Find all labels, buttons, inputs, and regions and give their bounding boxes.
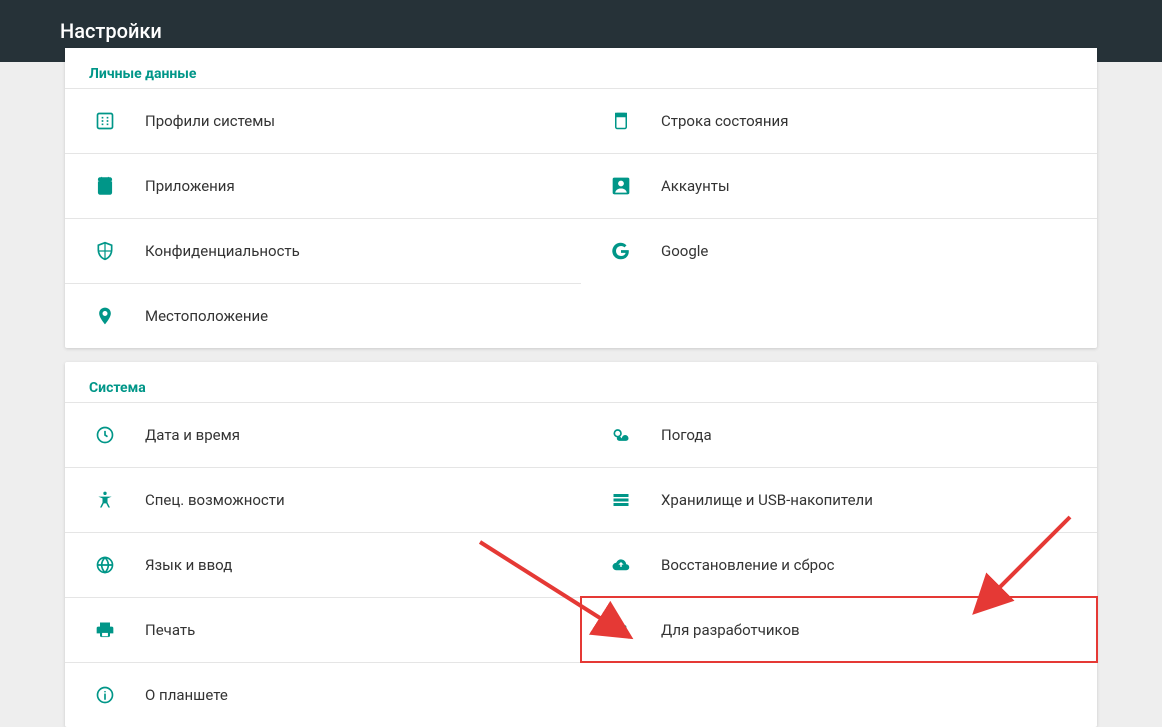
item-accessibility[interactable]: Спец. возможности	[65, 467, 581, 532]
clock-icon	[93, 423, 117, 447]
section-header-system: Система	[65, 362, 1097, 402]
app-title: Настройки	[60, 19, 162, 43]
item-label: О планшете	[145, 686, 228, 704]
item-label: Аккаунты	[661, 177, 730, 195]
item-label: Хранилище и USB-накопители	[661, 491, 873, 509]
item-location[interactable]: Местоположение	[65, 283, 581, 348]
item-status-bar[interactable]: Строка состояния	[581, 88, 1097, 153]
item-label: Дата и время	[145, 426, 240, 444]
system-left-column: Дата и время Спец. возможности Язык и вв…	[65, 402, 581, 727]
item-label: Строка состояния	[661, 112, 788, 130]
item-backup-reset[interactable]: Восстановление и сброс	[581, 532, 1097, 597]
accessibility-icon	[93, 488, 117, 512]
item-label: Приложения	[145, 177, 235, 195]
print-icon	[93, 618, 117, 642]
profile-icon	[93, 109, 117, 133]
section-header-personal: Личные данные	[65, 48, 1097, 88]
item-label: Восстановление и сброс	[661, 556, 834, 574]
language-icon	[93, 553, 117, 577]
statusbar-icon	[609, 109, 633, 133]
item-label: Язык и ввод	[145, 556, 232, 574]
item-developer-options[interactable]: Для разработчиков	[581, 597, 1097, 662]
item-label: Конфиденциальность	[145, 242, 300, 260]
item-about-tablet[interactable]: О планшете	[65, 662, 581, 727]
item-label: Google	[661, 242, 708, 260]
item-label: Профили системы	[145, 112, 275, 130]
item-label: Спец. возможности	[145, 491, 285, 509]
google-icon	[609, 239, 633, 263]
item-print[interactable]: Печать	[65, 597, 581, 662]
item-language[interactable]: Язык и ввод	[65, 532, 581, 597]
personal-left-column: Профили системы Приложения Конфиденциаль…	[65, 88, 581, 348]
item-accounts[interactable]: Аккаунты	[581, 153, 1097, 218]
item-label: Погода	[661, 426, 712, 444]
item-weather[interactable]: Погода	[581, 402, 1097, 467]
card-system: Система Дата и время Спец. возможности	[65, 362, 1097, 727]
accounts-icon	[609, 174, 633, 198]
item-privacy[interactable]: Конфиденциальность	[65, 218, 581, 283]
card-personal: Личные данные Профили системы Приложения	[65, 48, 1097, 348]
item-google[interactable]: Google	[581, 218, 1097, 283]
apps-icon	[93, 174, 117, 198]
storage-icon	[609, 488, 633, 512]
item-storage[interactable]: Хранилище и USB-накопители	[581, 467, 1097, 532]
about-icon	[93, 683, 117, 707]
item-label: Местоположение	[145, 307, 268, 325]
privacy-icon	[93, 239, 117, 263]
backup-icon	[609, 553, 633, 577]
weather-icon	[609, 423, 633, 447]
location-icon	[93, 304, 117, 328]
system-right-column: Погода Хранилище и USB-накопители Восста…	[581, 402, 1097, 727]
item-date-time[interactable]: Дата и время	[65, 402, 581, 467]
personal-right-column: Строка состояния Аккаунты Google	[581, 88, 1097, 348]
item-label: Печать	[145, 621, 195, 639]
item-apps[interactable]: Приложения	[65, 153, 581, 218]
item-label: Для разработчиков	[661, 621, 800, 639]
item-system-profiles[interactable]: Профили системы	[65, 88, 581, 153]
developer-icon	[609, 618, 633, 642]
